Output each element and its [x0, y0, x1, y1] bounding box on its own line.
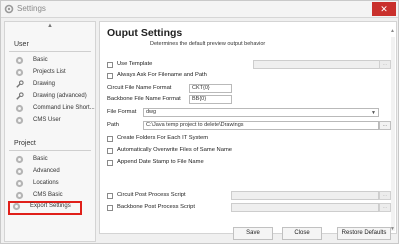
backbone-post-label: Backbone Post Process Script: [117, 204, 195, 210]
sidebar-item-drawing-advanced[interactable]: Drawing (advanced): [11, 91, 91, 102]
path-label: Path: [107, 122, 119, 128]
output-settings-panel: Ouput Settings Determines the default pr…: [99, 21, 397, 234]
sidebar-item-locations[interactable]: Locations: [11, 178, 91, 189]
file-format-label: File Format: [107, 109, 137, 115]
circuit-post-label: Circuit Post Process Script: [117, 192, 186, 198]
use-template-row[interactable]: Use Template: [107, 61, 167, 70]
sidebar-item-label: Basic: [33, 57, 48, 63]
panel-scrollbar[interactable]: [391, 37, 395, 231]
close-window-button[interactable]: ✕: [372, 2, 396, 16]
dialog-footer: Save Close Restore Defaults: [99, 225, 397, 243]
sidebar-item-label: Basic: [33, 156, 48, 162]
append-date-row[interactable]: Append Date Stamp to File Name: [107, 159, 227, 168]
settings-sidebar: ▲ User Basic Projects List Drawing Drawi…: [4, 21, 96, 242]
sidebar-item-label: Drawing: [33, 81, 56, 87]
file-format-select[interactable]: dwg ▼: [143, 108, 379, 117]
sidebar-item-label: Drawing (advanced): [33, 93, 87, 99]
create-folders-checkbox[interactable]: [107, 136, 113, 142]
use-template-checkbox[interactable]: [107, 62, 113, 68]
backbone-post-input[interactable]: [231, 203, 379, 212]
section-header-user: User: [14, 41, 29, 48]
sidebar-item-label: Projects List: [33, 69, 66, 75]
sidebar-item-label: CMS Basic: [33, 192, 63, 198]
sidebar-scroll-up-icon[interactable]: ▲: [5, 22, 95, 31]
always-ask-checkbox[interactable]: [107, 73, 113, 79]
create-folders-row[interactable]: Create Folders For Each IT System: [107, 135, 237, 144]
close-button[interactable]: Close: [282, 227, 322, 240]
section-divider: [9, 150, 91, 151]
sidebar-item-label: Locations: [33, 180, 59, 186]
create-folders-label: Create Folders For Each IT System: [117, 135, 209, 141]
gear-icon: [15, 56, 24, 65]
restore-defaults-button[interactable]: Restore Defaults: [337, 227, 391, 240]
sidebar-item-user-basic[interactable]: Basic: [11, 55, 91, 66]
sidebar-item-label: Export Settings: [30, 203, 71, 209]
overwrite-checkbox[interactable]: [107, 148, 113, 154]
circuit-post-checkbox[interactable]: [107, 193, 113, 199]
sidebar-item-project-basic[interactable]: Basic: [11, 154, 91, 165]
settings-window: Settings ✕ ▲ User Basic Projects List Dr…: [0, 0, 399, 244]
sidebar-item-export-settings[interactable]: Export Settings: [8, 201, 82, 215]
use-template-browse-button[interactable]: ...: [379, 60, 391, 69]
append-date-checkbox[interactable]: [107, 160, 113, 166]
title-bar: Settings ✕: [1, 1, 398, 18]
gear-icon: [15, 191, 24, 200]
use-template-input[interactable]: [253, 60, 381, 69]
gear-icon: [15, 155, 24, 164]
circuit-post-row[interactable]: Circuit Post Process Script: [107, 192, 227, 201]
circuit-format-label: Circuit File Name Format: [107, 85, 172, 91]
sidebar-item-projects-list[interactable]: Projects List: [11, 67, 91, 78]
backbone-format-label: Backbone File Name Format: [107, 96, 181, 102]
panel-scroll-up-icon[interactable]: ▲: [390, 28, 395, 34]
backbone-post-browse-button[interactable]: ...: [379, 203, 391, 212]
gear-icon: [15, 68, 24, 77]
chevron-down-icon: ▼: [371, 110, 376, 116]
gear-icon: [15, 104, 24, 113]
gear-icon: [12, 202, 21, 211]
path-browse-button[interactable]: ...: [379, 121, 391, 130]
page-subtitle: Determines the default preview output be…: [150, 41, 266, 47]
save-button[interactable]: Save: [233, 227, 273, 240]
gear-icon: [15, 116, 24, 125]
use-template-label: Use Template: [117, 61, 153, 67]
sidebar-item-command-line-shortcuts[interactable]: Command Line Short...: [11, 103, 95, 114]
always-ask-label: Always Ask For Filename and Path: [117, 72, 207, 78]
wrench-icon: [16, 80, 24, 88]
overwrite-label: Automatically Overwrite Files of Same Na…: [117, 147, 233, 153]
circuit-format-input[interactable]: CKT{0}: [189, 84, 232, 93]
gear-icon: [15, 167, 24, 176]
window-title: Settings: [17, 4, 46, 13]
wrench-icon: [16, 92, 24, 100]
sidebar-item-label: CMS User: [33, 117, 61, 123]
backbone-post-checkbox[interactable]: [107, 205, 113, 211]
circuit-post-browse-button[interactable]: ...: [379, 191, 391, 200]
file-format-value: dwg: [146, 109, 157, 115]
path-input[interactable]: C:\Java temp project to delete\Drawings: [143, 121, 379, 130]
always-ask-row[interactable]: Always Ask For Filename and Path: [107, 72, 247, 81]
settings-app-icon: [4, 4, 14, 14]
sidebar-item-cms-user[interactable]: CMS User: [11, 115, 91, 126]
sidebar-item-advanced[interactable]: Advanced: [11, 166, 91, 177]
sidebar-item-drawing[interactable]: Drawing: [11, 79, 91, 90]
append-date-label: Append Date Stamp to File Name: [117, 159, 204, 165]
sidebar-item-label: Advanced: [33, 168, 60, 174]
sidebar-item-label: Command Line Short...: [33, 105, 95, 111]
sidebar-item-cms-basic[interactable]: CMS Basic: [11, 190, 91, 201]
gear-icon: [15, 179, 24, 188]
overwrite-row[interactable]: Automatically Overwrite Files of Same Na…: [107, 147, 257, 156]
backbone-format-input[interactable]: BB{0}: [189, 95, 232, 104]
circuit-post-input[interactable]: [231, 191, 379, 200]
section-divider: [9, 51, 91, 52]
section-header-project: Project: [14, 140, 36, 147]
page-title: Ouput Settings: [107, 27, 183, 39]
backbone-post-row[interactable]: Backbone Post Process Script: [107, 204, 227, 213]
